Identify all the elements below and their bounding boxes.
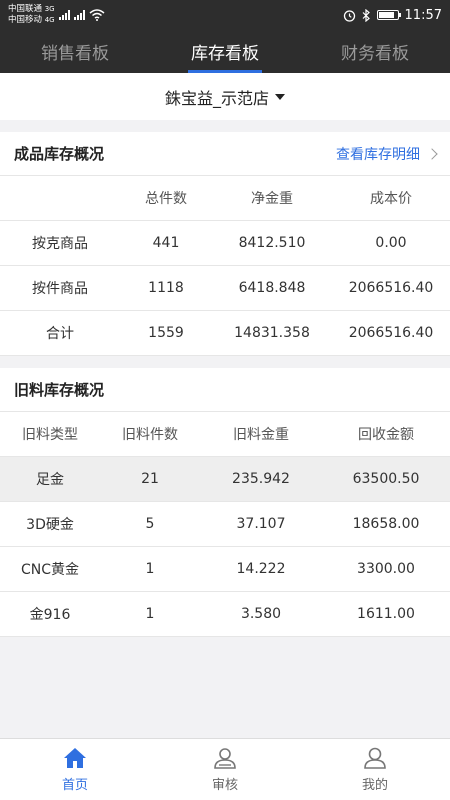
table-row[interactable]: CNC黄金 1 14.222 3300.00	[0, 547, 450, 592]
caret-down-icon	[275, 93, 285, 100]
scrap-inventory-section: 旧料库存概况 旧料类型 旧料件数 旧料金重 回收金额 足金 21 235.942…	[0, 368, 450, 637]
table-cell: 0.00	[375, 235, 407, 251]
column-header: 旧料件数	[122, 427, 178, 443]
carrier-1-network: 3G	[44, 5, 55, 13]
view-inventory-detail-link[interactable]: 查看库存明细	[336, 144, 438, 164]
table-cell: 5	[145, 516, 155, 532]
table-cell: 14.222	[236, 561, 286, 577]
clock: 11:57	[404, 7, 442, 23]
column-header: 成本价	[370, 191, 412, 207]
table-cell: 21	[141, 471, 159, 487]
nav-label: 我的	[361, 778, 388, 793]
tab-inventory[interactable]: 库存看板	[150, 30, 300, 73]
table-row-total: 合计 1559 14831.358 2066516.40	[0, 311, 450, 356]
table-cell: 8412.510	[238, 235, 306, 251]
link-label: 查看库存明细	[336, 146, 420, 163]
store-selector[interactable]: 銖宝益_示范店	[0, 73, 450, 120]
nav-review[interactable]: 审核	[150, 739, 300, 800]
battery-icon	[376, 10, 401, 20]
table-row[interactable]: 足金 21 235.942 63500.50	[0, 457, 450, 502]
table-cell: 6418.848	[238, 280, 306, 296]
table-row[interactable]: 3D硬金 5 37.107 18658.00	[0, 502, 450, 547]
home-icon	[64, 748, 86, 768]
bottom-navigation: 首页 审核 我的	[0, 738, 450, 800]
nav-label: 首页	[61, 778, 88, 793]
table-cell: 63500.50	[352, 471, 420, 487]
column-header: 净金重	[251, 191, 293, 207]
status-bar-left: 中国联通 3G 中国移动 4G	[8, 4, 105, 26]
table-cell: 2066516.40	[348, 325, 434, 341]
profile-icon	[364, 747, 386, 769]
status-bar: 中国联通 3G 中国移动 4G 11:57	[0, 0, 450, 30]
signal-icon-2	[73, 10, 85, 20]
table-cell: 3D硬金	[26, 517, 74, 533]
tab-finance[interactable]: 财务看板	[300, 30, 450, 73]
signal-icon	[58, 10, 70, 20]
dashboard-tabs: 销售看板 库存看板 财务看板	[0, 30, 450, 73]
store-name: 銖宝益_示范店	[164, 88, 269, 108]
table-cell: 3300.00	[357, 561, 415, 577]
chevron-right-icon	[426, 147, 438, 160]
wifi-icon	[89, 9, 105, 21]
table-cell: 1611.00	[357, 606, 415, 622]
tab-sales[interactable]: 销售看板	[0, 30, 150, 73]
nav-profile[interactable]: 我的	[300, 739, 450, 800]
table-cell: 按克商品	[32, 236, 88, 252]
alarm-icon	[343, 9, 355, 22]
column-header: 旧料金重	[233, 427, 289, 443]
table-cell: 1	[145, 561, 155, 577]
table-cell: 14831.358	[234, 325, 310, 341]
table-row[interactable]: 金916 1 3.580 1611.00	[0, 592, 450, 637]
table-cell: 235.942	[232, 471, 290, 487]
nav-home[interactable]: 首页	[0, 739, 150, 800]
section-title: 成品库存概况	[14, 145, 105, 163]
table-cell: 按件商品	[32, 281, 88, 297]
carrier-2-network: 4G	[44, 16, 55, 24]
carrier-info: 中国联通 3G 中国移动 4G	[8, 4, 55, 26]
review-user-icon	[214, 748, 236, 769]
nav-label: 审核	[211, 778, 238, 793]
table-cell: 1	[145, 606, 155, 622]
table-header: 旧料类型 旧料件数 旧料金重 回收金额	[0, 412, 450, 457]
finished-inventory-header: 成品库存概况 查看库存明细	[0, 132, 450, 176]
table-cell: 合计	[46, 326, 74, 342]
column-header: 总件数	[145, 191, 187, 207]
table-cell: 18658.00	[352, 516, 420, 532]
status-bar-right: 11:57	[343, 8, 442, 23]
scrap-inventory-header: 旧料库存概况	[0, 368, 450, 412]
table-cell: 1118	[148, 280, 184, 296]
table-cell: 37.107	[236, 516, 286, 532]
table-row: 按件商品 1118 6418.848 2066516.40	[0, 266, 450, 311]
column-header: 旧料类型	[22, 427, 78, 443]
section-title: 旧料库存概况	[14, 381, 105, 399]
table-header: 总件数 净金重 成本价	[0, 176, 450, 221]
table-row: 按克商品 441 8412.510 0.00	[0, 221, 450, 266]
table-cell: 3.580	[240, 606, 282, 622]
carrier-1: 中国联通	[8, 4, 43, 14]
column-header: 回收金额	[358, 427, 414, 443]
table-cell: CNC黄金	[20, 562, 80, 578]
finished-inventory-section: 成品库存概况 查看库存明细 总件数 净金重 成本价 按克商品 441 8412.…	[0, 132, 450, 356]
table-cell: 金916	[29, 607, 71, 623]
table-cell: 足金	[36, 472, 64, 488]
carrier-2: 中国移动	[8, 15, 43, 25]
bluetooth-icon	[362, 8, 370, 22]
table-cell: 1559	[148, 325, 184, 341]
table-cell: 441	[152, 235, 180, 251]
table-cell: 2066516.40	[348, 280, 434, 296]
